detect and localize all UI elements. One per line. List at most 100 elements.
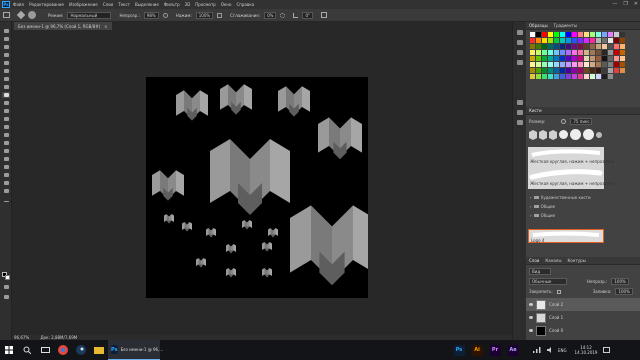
color-swatch[interactable] xyxy=(530,32,535,37)
brush-tool-icon[interactable] xyxy=(16,10,26,20)
brush-tip[interactable] xyxy=(529,129,537,140)
blur-tool-icon[interactable] xyxy=(2,132,10,138)
color-swatch[interactable] xyxy=(560,56,565,61)
color-swatch[interactable] xyxy=(584,68,589,73)
color-swatch[interactable] xyxy=(572,68,577,73)
notifications-icon[interactable] xyxy=(600,340,612,360)
color-swatch[interactable] xyxy=(566,50,571,55)
color-swatch[interactable] xyxy=(620,62,625,67)
color-swatch[interactable] xyxy=(596,32,601,37)
color-swatch[interactable] xyxy=(536,50,541,55)
color-swatch[interactable] xyxy=(602,62,607,67)
color-swatch[interactable] xyxy=(530,74,535,79)
mode-dropdown[interactable]: Нормальный xyxy=(67,11,112,19)
color-swatch[interactable] xyxy=(578,38,583,43)
brush-tip[interactable] xyxy=(559,130,568,139)
color-swatch[interactable] xyxy=(608,62,613,67)
paragraph-panel-icon[interactable] xyxy=(517,120,523,125)
taskbar-window-photoshop[interactable]: Ps Без имени-1 @ 96,... xyxy=(108,340,163,360)
color-swatch[interactable] xyxy=(620,56,625,61)
blend-mode-dropdown[interactable]: Обычные xyxy=(529,278,567,285)
brush-tip[interactable] xyxy=(583,129,594,140)
color-swatch[interactable] xyxy=(614,32,619,37)
color-swatch[interactable] xyxy=(554,50,559,55)
color-swatch[interactable] xyxy=(608,32,613,37)
pressure-opacity-icon[interactable] xyxy=(162,12,168,18)
airbrush-icon[interactable] xyxy=(217,12,223,18)
color-swatch[interactable] xyxy=(572,32,577,37)
color-swatch[interactable] xyxy=(566,32,571,37)
color-swatch[interactable] xyxy=(542,44,547,49)
color-swatch[interactable] xyxy=(548,74,553,79)
menu-item[interactable]: 3D xyxy=(185,2,191,7)
color-swatch[interactable] xyxy=(548,68,553,73)
color-swatch[interactable] xyxy=(560,68,565,73)
color-swatch[interactable] xyxy=(548,32,553,37)
healing-tool-icon[interactable] xyxy=(2,84,10,90)
color-swatch[interactable] xyxy=(548,50,553,55)
color-swatch[interactable] xyxy=(602,38,607,43)
color-swatch[interactable] xyxy=(620,68,625,73)
color-swatch[interactable] xyxy=(602,44,607,49)
symmetry-icon[interactable] xyxy=(321,12,328,18)
color-swatch[interactable] xyxy=(536,38,541,43)
color-swatch[interactable] xyxy=(536,44,541,49)
color-swatch[interactable] xyxy=(572,74,577,79)
menu-item[interactable]: Выделение xyxy=(135,2,159,7)
color-swatch[interactable] xyxy=(554,74,559,79)
color-swatch[interactable] xyxy=(554,44,559,49)
color-swatch[interactable] xyxy=(548,44,553,49)
color-swatch[interactable] xyxy=(572,44,577,49)
eye-icon[interactable] xyxy=(529,316,533,319)
pressure-field[interactable]: 100% xyxy=(195,11,214,19)
color-swatch[interactable] xyxy=(608,44,613,49)
opacity-field[interactable]: 98% xyxy=(143,11,159,19)
tab-channels[interactable]: Каналы xyxy=(545,258,561,263)
color-swatch[interactable] xyxy=(536,62,541,67)
lasso-tool-icon[interactable] xyxy=(2,44,10,50)
brush-folder[interactable]: › Общие xyxy=(528,202,638,211)
menu-item[interactable]: Текст xyxy=(118,2,130,7)
language-indicator[interactable]: ENG xyxy=(558,348,572,353)
color-swatch[interactable] xyxy=(590,62,595,67)
fill-field[interactable]: 100% xyxy=(615,288,633,295)
brush-tip[interactable] xyxy=(549,129,557,140)
type-tool-icon[interactable] xyxy=(2,156,10,162)
zoom-tool-icon[interactable] xyxy=(2,188,10,194)
color-swatch[interactable] xyxy=(566,44,571,49)
color-swatch[interactable] xyxy=(590,32,595,37)
tab-layers[interactable]: Слои xyxy=(529,258,539,263)
color-swatch[interactable] xyxy=(614,62,619,67)
color-swatch[interactable] xyxy=(560,44,565,49)
tab-swatches[interactable]: Образцы xyxy=(529,23,548,28)
move-tool-icon[interactable] xyxy=(2,28,10,34)
color-swatch[interactable] xyxy=(614,50,619,55)
color-swatch[interactable] xyxy=(620,44,625,49)
tab-brushes[interactable]: Кисти xyxy=(529,108,542,113)
color-swatch[interactable] xyxy=(608,68,613,73)
smoothing-field[interactable]: 0% xyxy=(264,11,277,19)
color-swatch[interactable] xyxy=(590,68,595,73)
brush-tool-icon[interactable] xyxy=(2,92,10,98)
brush-row-name[interactable]: Жесткая круглая, нажим + непрозрачн. xyxy=(530,181,615,186)
color-swatch[interactable] xyxy=(620,32,625,37)
color-swatch[interactable] xyxy=(602,74,607,79)
pen-tool-icon[interactable] xyxy=(2,148,10,154)
color-swatch[interactable] xyxy=(560,32,565,37)
color-swatch[interactable] xyxy=(602,56,607,61)
close-icon[interactable]: ✕ xyxy=(634,1,638,7)
gradient-tool-icon[interactable] xyxy=(2,124,10,130)
selected-brush[interactable]: Logo 4 xyxy=(528,229,604,243)
color-swatch[interactable] xyxy=(602,68,607,73)
steam-icon[interactable] xyxy=(72,340,90,360)
taskbar-app-after-effects[interactable]: Ae xyxy=(504,340,522,360)
color-swatch[interactable] xyxy=(608,50,613,55)
color-swatch[interactable] xyxy=(542,50,547,55)
color-swatch[interactable] xyxy=(578,50,583,55)
color-swatch[interactable] xyxy=(548,38,553,43)
brush-preset-button[interactable] xyxy=(28,11,36,19)
menu-item[interactable]: Справка xyxy=(236,2,254,7)
taskbar-app-photoshop[interactable]: Ps xyxy=(450,340,468,360)
color-swatch[interactable] xyxy=(584,74,589,79)
screen-mode-icon[interactable] xyxy=(2,294,10,300)
